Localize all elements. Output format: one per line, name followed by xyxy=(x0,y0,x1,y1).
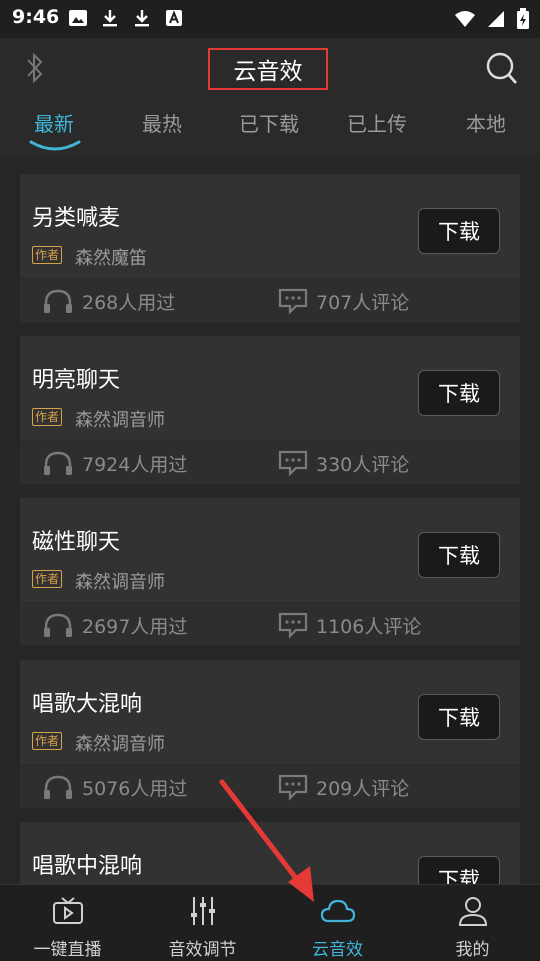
download-icon xyxy=(135,10,149,27)
headphones-icon xyxy=(44,775,72,799)
cloud-icon xyxy=(320,899,355,923)
comments-stat: 1106人评论 xyxy=(278,611,421,639)
comment-icon xyxy=(278,288,308,315)
tv-play-icon xyxy=(52,897,83,924)
page-title-box: 云音效 xyxy=(208,48,328,90)
author-badge: 作者 xyxy=(32,246,63,264)
app-a-icon xyxy=(166,10,182,26)
comments-count: 209人评论 xyxy=(316,777,410,800)
search-icon[interactable] xyxy=(486,52,518,86)
uses-count: 2697人用过 xyxy=(82,615,188,638)
download-button[interactable]: 下载 xyxy=(418,370,500,416)
status-time: 9:46 xyxy=(12,6,60,28)
effect-card[interactable]: 唱歌大混响 作者 森然调音师 下载 5076人用过 209人评论 xyxy=(20,660,520,808)
tab-bar: 最新 最热 已下载 已上传 本地 xyxy=(0,100,540,158)
effect-name: 唱歌大混响 xyxy=(32,692,143,717)
uses-stat: 7924人用过 xyxy=(42,449,187,477)
comments-stat: 707人评论 xyxy=(278,287,409,315)
nav-label: 音效调节 xyxy=(168,940,237,960)
stat-bar: 5076人用过 209人评论 xyxy=(20,765,520,808)
uses-stat: 5076人用过 xyxy=(42,773,187,801)
download-button[interactable]: 下载 xyxy=(418,208,500,254)
download-button[interactable]: 下载 xyxy=(418,694,500,740)
comments-count: 330人评论 xyxy=(316,453,410,476)
tab-hottest[interactable]: 最热 xyxy=(142,108,182,137)
notification-icons xyxy=(68,8,184,28)
nav-label: 一键直播 xyxy=(33,940,102,960)
nav-live[interactable]: 一键直播 xyxy=(0,885,135,961)
nav-label: 我的 xyxy=(455,940,490,960)
download-button[interactable]: 下载 xyxy=(418,856,500,884)
author-badge: 作者 xyxy=(32,570,63,588)
comments-count: 1106人评论 xyxy=(316,615,422,638)
status-bar: 9:46 xyxy=(0,0,540,38)
author-badge: 作者 xyxy=(32,732,63,750)
effect-name: 另类喊麦 xyxy=(32,206,121,231)
author-badge: 作者 xyxy=(32,408,63,426)
comment-icon xyxy=(278,612,308,639)
author-name: 森然魔笛 xyxy=(75,248,147,269)
comment-icon xyxy=(278,774,308,801)
download-button[interactable]: 下载 xyxy=(418,532,500,578)
author-name: 森然调音师 xyxy=(75,410,165,431)
effect-name: 磁性聊天 xyxy=(32,530,121,555)
equalizer-icon xyxy=(190,897,215,925)
tab-latest[interactable]: 最新 xyxy=(34,108,74,137)
image-icon xyxy=(69,10,87,26)
stat-bar: 2697人用过 1106人评论 xyxy=(20,603,520,646)
author-name: 森然调音师 xyxy=(75,572,165,593)
system-icons xyxy=(454,8,530,30)
download-icon xyxy=(103,10,117,27)
app-bar: 云音效 xyxy=(0,38,540,100)
bottom-nav: 一键直播 音效调节 云音效 我的 xyxy=(0,884,540,961)
nav-label: 云音效 xyxy=(312,940,363,960)
comment-icon xyxy=(278,450,308,477)
page-title: 云音效 xyxy=(233,59,303,85)
effect-card[interactable]: 另类喊麦 作者 森然魔笛 下载 268人用过 707人评论 xyxy=(20,174,520,322)
effect-card[interactable]: 明亮聊天 作者 森然调音师 下载 7924人用过 330人评论 xyxy=(20,336,520,484)
effect-name: 唱歌中混响 xyxy=(32,854,143,879)
battery-icon xyxy=(517,8,529,29)
effect-name: 明亮聊天 xyxy=(32,368,121,393)
effect-card[interactable]: 磁性聊天 作者 森然调音师 下载 2697人用过 1106人评论 xyxy=(20,498,520,646)
nav-equalizer[interactable]: 音效调节 xyxy=(135,885,270,961)
stat-bar: 7924人用过 330人评论 xyxy=(20,441,520,484)
bluetooth-icon[interactable] xyxy=(22,50,48,86)
headphones-icon xyxy=(44,451,72,475)
person-icon xyxy=(458,897,487,926)
nav-cloud-effects[interactable]: 云音效 xyxy=(270,885,405,961)
effects-list[interactable]: 另类喊麦 作者 森然魔笛 下载 268人用过 707人评论 明亮聊天 作者 森然… xyxy=(0,158,540,884)
effect-card[interactable]: 唱歌中混响 下载 xyxy=(20,822,520,884)
wifi-icon xyxy=(455,11,475,27)
stat-bar: 268人用过 707人评论 xyxy=(20,279,520,322)
uses-count: 268人用过 xyxy=(82,291,176,314)
author-name: 森然调音师 xyxy=(75,734,165,755)
tab-downloaded[interactable]: 已下载 xyxy=(239,108,299,137)
tab-local[interactable]: 本地 xyxy=(466,108,506,137)
comments-stat: 330人评论 xyxy=(278,449,409,477)
comments-count: 707人评论 xyxy=(316,291,410,314)
tab-uploaded[interactable]: 已上传 xyxy=(347,108,407,137)
uses-stat: 2697人用过 xyxy=(42,611,187,639)
uses-count: 5076人用过 xyxy=(82,777,188,800)
comments-stat: 209人评论 xyxy=(278,773,409,801)
uses-stat: 268人用过 xyxy=(42,287,175,315)
active-tab-indicator xyxy=(29,140,81,151)
nav-me[interactable]: 我的 xyxy=(405,885,540,961)
headphones-icon xyxy=(44,289,72,313)
headphones-icon xyxy=(44,613,72,637)
uses-count: 7924人用过 xyxy=(82,453,188,476)
signal-icon xyxy=(488,11,504,27)
